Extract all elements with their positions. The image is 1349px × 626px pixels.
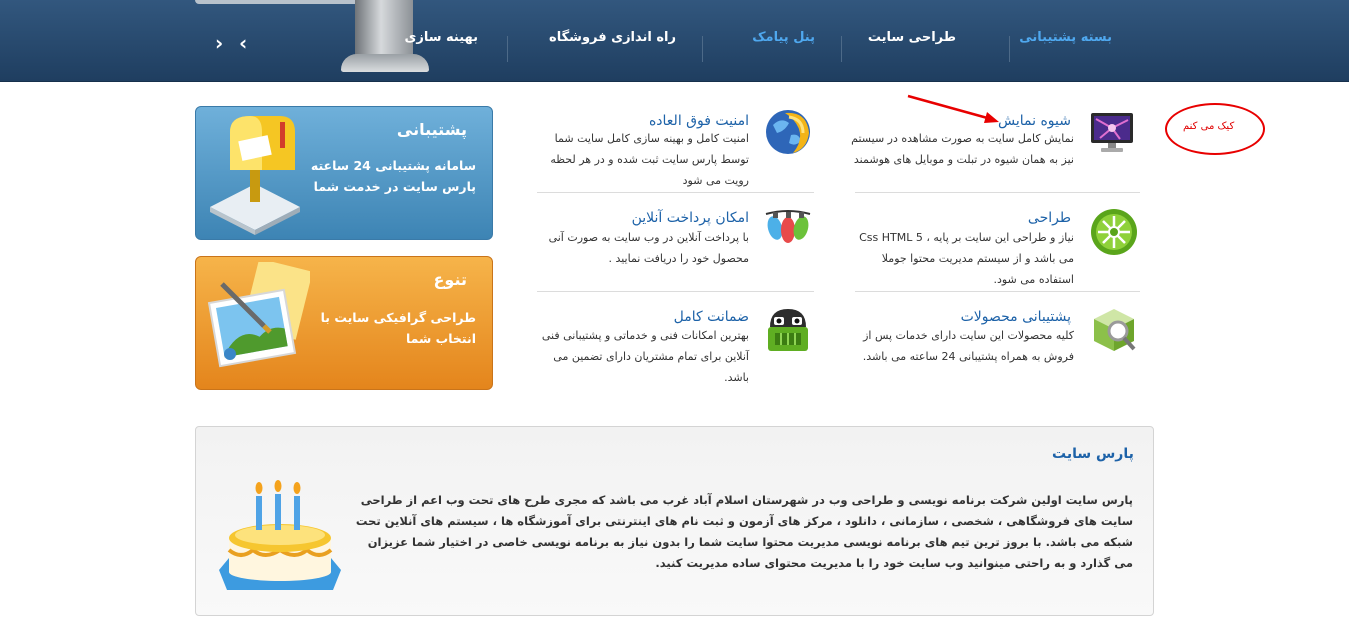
variety-box-title: تنوع bbox=[433, 270, 468, 289]
feature-title-online-payment[interactable]: امکان پرداخت آنلاین bbox=[632, 210, 749, 226]
about-text: پارس سایت اولین شرکت برنامه نویسی و طراح… bbox=[355, 493, 1133, 570]
mailbox-icon bbox=[210, 116, 300, 235]
feature-desc-product-support: کلیه محصولات این سایت دارای خدمات پس از … bbox=[862, 329, 1074, 363]
next-arrow-icon[interactable]: › bbox=[239, 33, 247, 53]
feature-title-product-support[interactable]: پشتیبانی محصولات bbox=[961, 309, 1071, 325]
nav-separator bbox=[1009, 36, 1010, 62]
nav-item-optimization[interactable]: بهینه سازی bbox=[404, 30, 478, 45]
feature-title-security[interactable]: امنیت فوق العاده bbox=[649, 113, 749, 129]
globe-shield-icon bbox=[766, 110, 810, 154]
feature-desc-online-payment: با پرداخت آنلاین در وب سایت به صورت آنی … bbox=[548, 231, 749, 265]
robot-icon bbox=[768, 309, 808, 351]
feature-divider bbox=[537, 192, 814, 193]
birthday-cake-icon bbox=[219, 480, 341, 590]
support-box-text: سامانه پشتیبانی 24 ساعته پارس سایت در خد… bbox=[310, 158, 476, 194]
feature-divider bbox=[855, 192, 1140, 193]
feature-desc-design: نیاز و طراحی این سایت بر پایه ، Css HTML… bbox=[859, 231, 1074, 286]
picture-edit-icon bbox=[207, 262, 310, 368]
support-box-title: پشتیبانی bbox=[396, 120, 467, 139]
feature-desc-full-guarantee: بهترین امکانات فنی و خدماتی و پشتیبانی ف… bbox=[541, 329, 749, 384]
nav-separator bbox=[702, 36, 703, 62]
variety-box-text: طراحی گرافیکی سایت با انتخاب شما bbox=[320, 310, 476, 346]
nav-item-sms-panel[interactable]: پنل پیامک bbox=[752, 30, 815, 45]
monitor-icon bbox=[1091, 113, 1133, 152]
feature-desc-display: نمایش کامل سایت به صورت مشاهده در سیستم … bbox=[851, 132, 1074, 166]
nav-item-support-package[interactable]: بسته پشتیبانی bbox=[1019, 30, 1112, 45]
monitor-base-graphic bbox=[341, 54, 429, 72]
feature-divider bbox=[855, 291, 1140, 292]
feature-desc-security: امنیت کامل و بهینه سازی کامل سایت شما تو… bbox=[550, 132, 749, 187]
feature-title-design[interactable]: طراحی bbox=[1028, 210, 1071, 226]
feature-divider bbox=[537, 291, 814, 292]
feature-title-full-guarantee[interactable]: ضمانت کامل bbox=[674, 309, 749, 325]
magnifier-box-icon bbox=[1094, 309, 1136, 351]
annotation-text: کیک می کنم bbox=[1183, 121, 1235, 132]
about-title: پارس سایت bbox=[1052, 446, 1134, 462]
green-wheel-icon bbox=[1091, 209, 1137, 255]
annotation-arrow-icon bbox=[907, 94, 999, 123]
nav-item-shop-setup[interactable]: راه اندازی فروشگاه bbox=[549, 30, 676, 45]
nav-separator bbox=[841, 36, 842, 62]
feature-title-display[interactable]: شیوه نمایش bbox=[998, 113, 1071, 129]
monitor-stand-graphic bbox=[355, 0, 413, 58]
nav-item-web-design[interactable]: طراحی سایت bbox=[868, 30, 956, 45]
prev-arrow-icon[interactable]: ‹ bbox=[215, 33, 223, 53]
nav-separator bbox=[507, 36, 508, 62]
lights-icon bbox=[765, 210, 811, 243]
